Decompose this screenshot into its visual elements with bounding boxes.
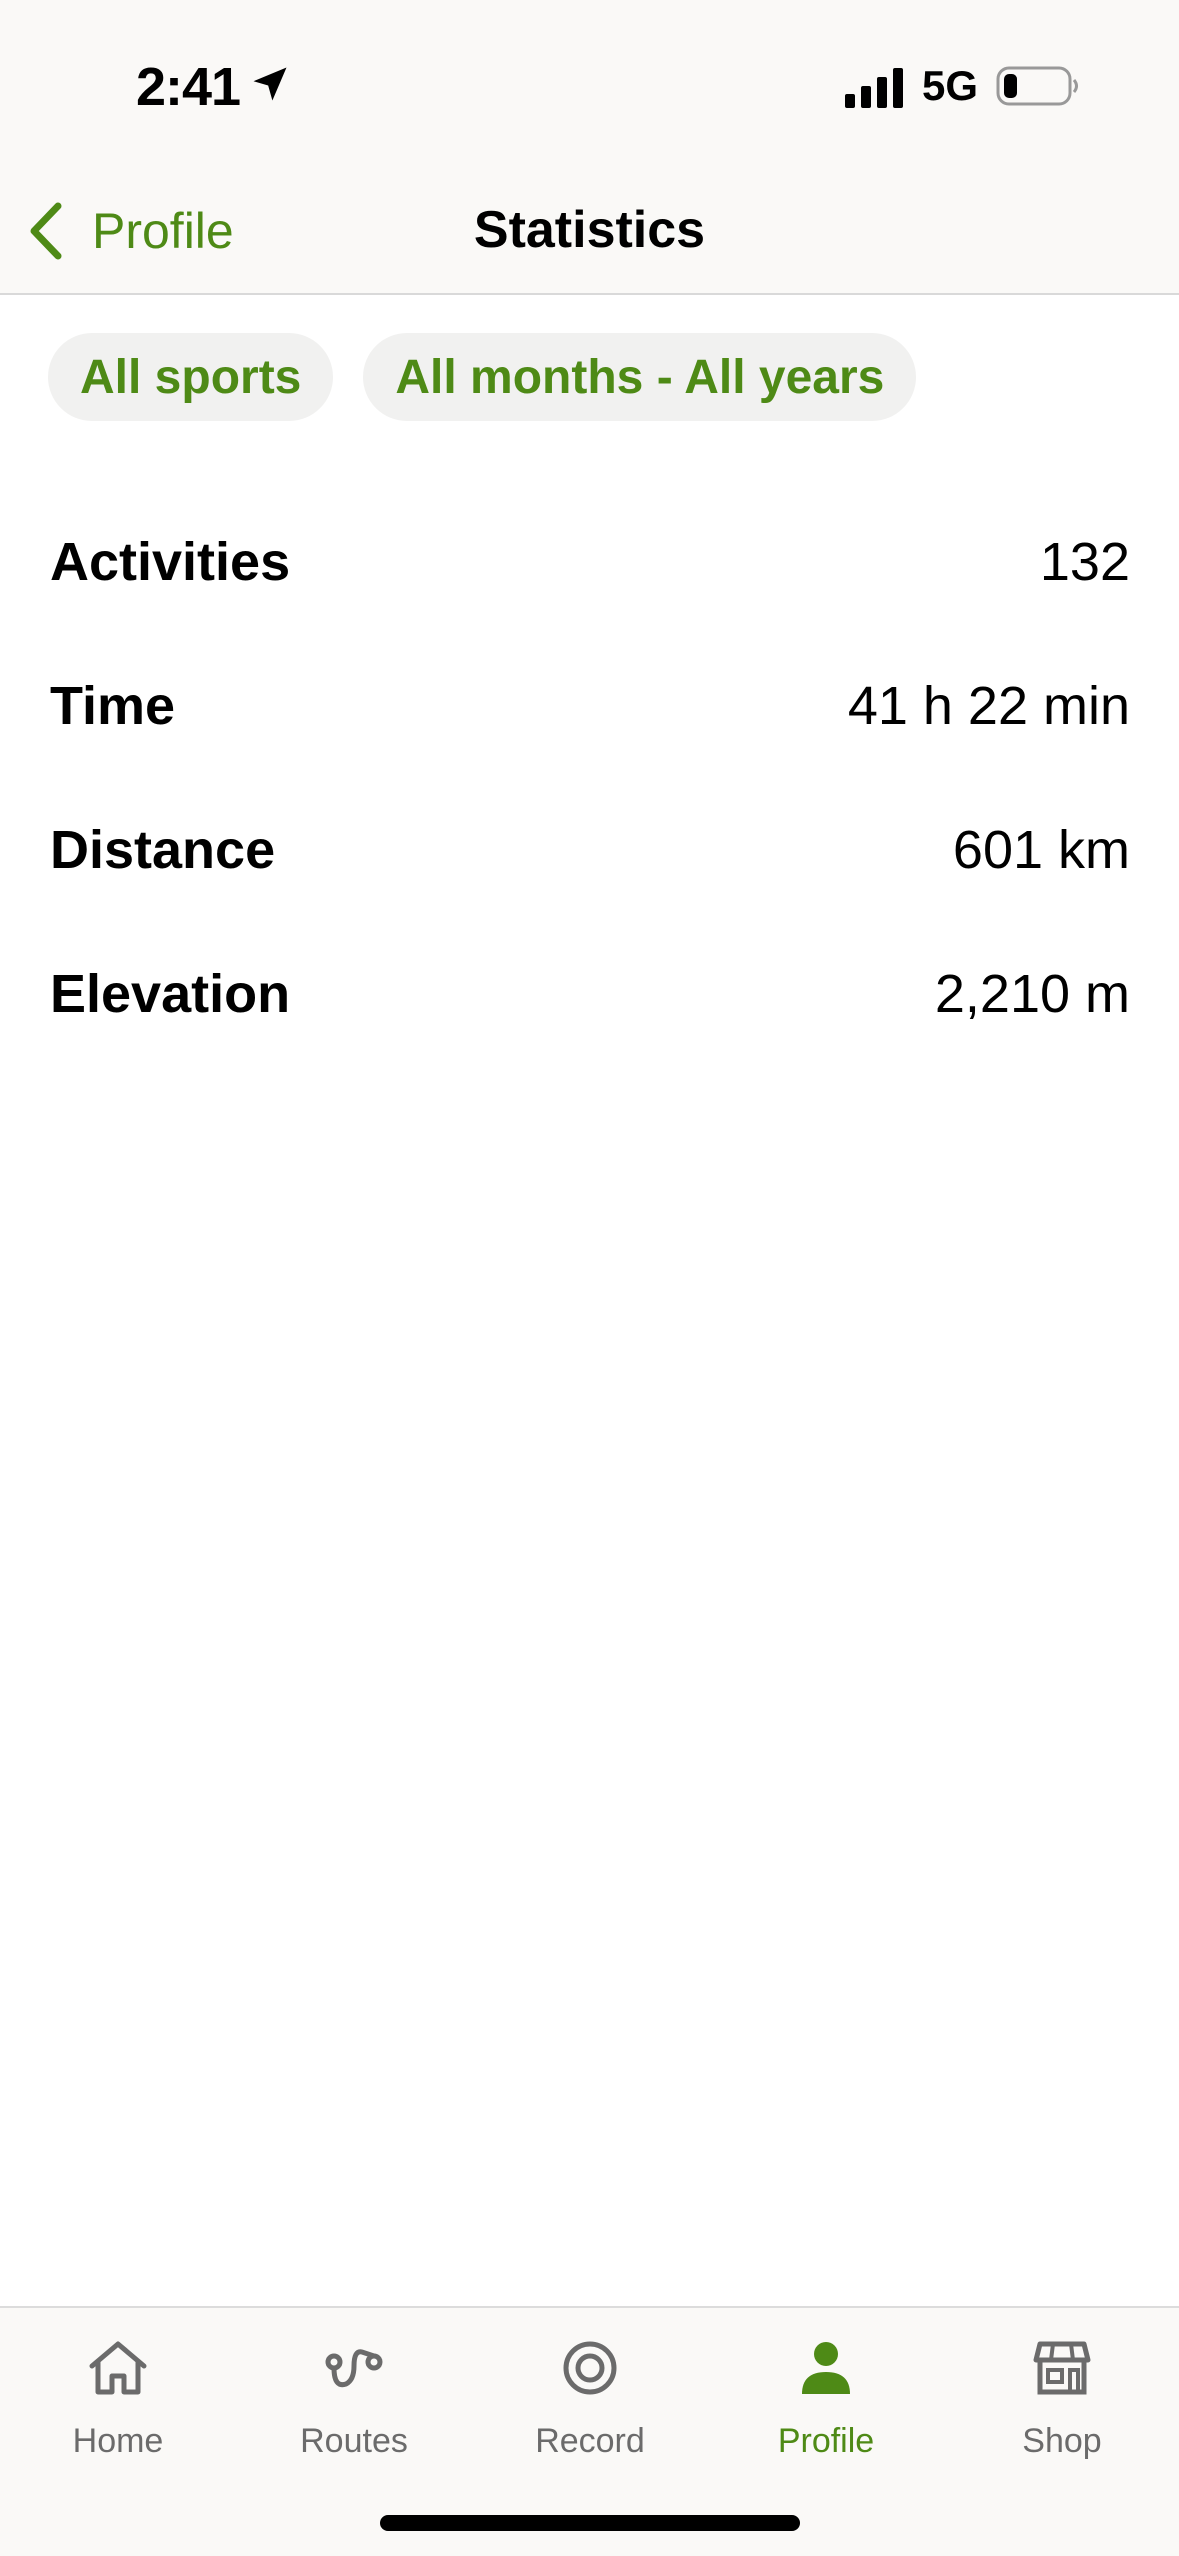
tab-label: Shop	[1022, 2422, 1102, 2460]
stat-row-activities: Activities 132	[50, 490, 1130, 634]
stat-label: Time	[50, 676, 176, 736]
page-title: Statistics	[473, 201, 706, 259]
navigation-bar: Profile Statistics	[0, 170, 1179, 295]
stat-value: 601 km	[952, 820, 1130, 880]
tab-label: Routes	[300, 2422, 408, 2460]
stat-label: Activities	[50, 532, 291, 592]
routes-icon	[325, 2349, 383, 2388]
stat-value: 2,210 m	[934, 964, 1130, 1024]
statistics-screen: 2:41 5G Profile Statistics All sports Al…	[0, 0, 1179, 2556]
stat-row-distance: Distance 601 km	[50, 778, 1130, 922]
tab-home[interactable]: Home	[0, 2332, 236, 2482]
battery-icon	[996, 66, 1078, 106]
status-time: 2:41	[136, 57, 241, 117]
signal-icon	[845, 68, 903, 108]
stat-value: 132	[1039, 532, 1130, 592]
stat-label: Distance	[50, 820, 276, 880]
tab-profile[interactable]: Profile	[708, 2332, 944, 2482]
network-label: 5G	[922, 62, 979, 109]
location-arrow-icon	[253, 67, 287, 101]
statistics-list: Activities 132 Time 41 h 22 min Distance…	[50, 490, 1130, 1066]
home-icon	[89, 2341, 147, 2395]
status-bar: 2:41 5G	[0, 0, 1179, 170]
tab-label: Record	[535, 2422, 645, 2460]
sport-filter-chip[interactable]: All sports	[48, 333, 334, 421]
stat-value: 41 h 22 min	[847, 676, 1130, 736]
tab-record[interactable]: Record	[472, 2332, 708, 2482]
tab-routes[interactable]: Routes	[236, 2332, 472, 2482]
stat-label: Elevation	[50, 964, 291, 1024]
profile-icon	[802, 2342, 850, 2394]
period-filter-chip[interactable]: All months - All years	[363, 333, 917, 421]
tab-shop[interactable]: Shop	[944, 2332, 1179, 2482]
filter-chips: All sports All months - All years	[48, 333, 917, 421]
stat-row-elevation: Elevation 2,210 m	[50, 922, 1130, 1066]
record-icon	[563, 2341, 617, 2395]
stat-row-time: Time 41 h 22 min	[50, 634, 1130, 778]
tab-label: Home	[72, 2422, 164, 2460]
shop-icon	[1033, 2341, 1091, 2395]
home-indicator[interactable]	[380, 2515, 800, 2531]
tab-label: Profile	[777, 2422, 875, 2460]
